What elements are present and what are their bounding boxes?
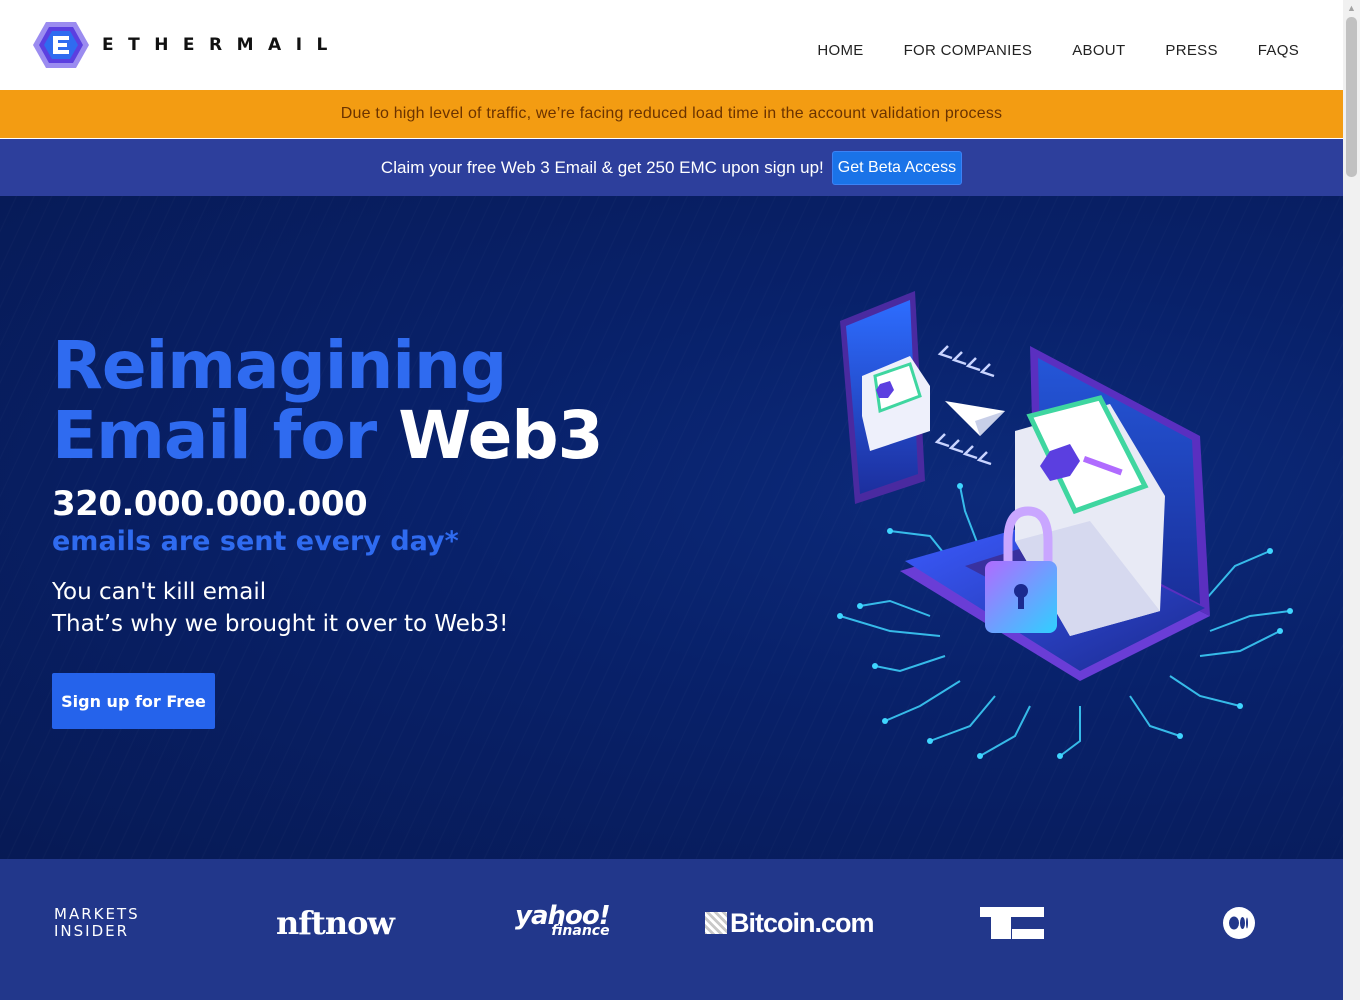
traffic-notice-text: Due to high level of traffic, we’re faci…	[340, 105, 1003, 122]
tagline-line1: You can't kill email	[52, 579, 267, 605]
site-header: ETHERMAIL HOME FOR COMPANIES ABOUT PRESS…	[0, 0, 1343, 90]
yahoo-finance-logo[interactable]: yahoo! finance	[515, 901, 611, 945]
hero-title-email-for: Email for	[52, 397, 399, 474]
page: ETHERMAIL HOME FOR COMPANIES ABOUT PRESS…	[0, 0, 1343, 1000]
techcrunch-icon	[980, 907, 1044, 939]
bitcoin-com-wordmark: Bitcoin.com	[730, 907, 875, 938]
logo-wordmark: ETHERMAIL	[102, 35, 342, 55]
nftnow-wordmark: nftnow	[276, 904, 395, 942]
secure-email-illustration	[837, 291, 1293, 759]
medium-icon	[1223, 907, 1255, 939]
bitcoin-com-logo[interactable]: Bitcoin.com	[705, 901, 875, 945]
promo-text: Claim your free Web 3 Email & get 250 EM…	[380, 157, 824, 177]
emails-count: 320.000.000.000	[52, 484, 368, 524]
markets-insider-line2: INSIDER	[54, 922, 130, 940]
promo-bar: Claim your free Web 3 Email & get 250 EM…	[0, 139, 1343, 196]
hero-section: Reimagining Email for Web3 320.000.000.0…	[0, 196, 1343, 859]
hero-title-line2: Email for Web3	[52, 401, 604, 471]
emails-count-caption: emails are sent every day*	[52, 526, 459, 557]
medium-logo[interactable]	[1222, 901, 1256, 945]
markets-insider-line1: MARKETS	[54, 905, 140, 923]
nav-press[interactable]: PRESS	[1165, 42, 1217, 59]
page-scrollbar[interactable]: ▲	[1343, 0, 1360, 1000]
hero-tagline: You can't kill email That’s why we broug…	[52, 576, 508, 640]
scrollbar-thumb[interactable]	[1346, 17, 1357, 177]
bitcoin-com-icon	[705, 912, 727, 934]
yahoo-finance-wordmark: finance	[551, 922, 610, 939]
hero-title: Reimagining Email for Web3	[52, 327, 604, 471]
nav-home[interactable]: HOME	[817, 42, 863, 59]
sign-up-button[interactable]: Sign up for Free	[52, 673, 215, 729]
nav-faqs[interactable]: FAQS	[1258, 42, 1299, 59]
nftnow-logo[interactable]: nftnow	[276, 901, 395, 945]
press-logos-bar: MARKETS INSIDER nftnow yahoo! finance Bi…	[0, 859, 1343, 1000]
ethermail-logo[interactable]: ETHERMAIL	[32, 20, 342, 70]
get-beta-access-button[interactable]: Get Beta Access	[831, 150, 963, 185]
nav-for-companies[interactable]: FOR COMPANIES	[904, 42, 1033, 59]
tagline-line2: That’s why we brought it over to Web3!	[52, 611, 509, 637]
hero-title-line1: Reimagining	[52, 327, 507, 404]
scroll-up-arrow-icon[interactable]: ▲	[1343, 0, 1360, 17]
nav-about[interactable]: ABOUT	[1072, 42, 1125, 59]
lock-keyhole-slot	[1018, 591, 1024, 609]
markets-insider-logo[interactable]: MARKETS INSIDER	[54, 901, 140, 945]
techcrunch-logo[interactable]	[980, 901, 1044, 945]
hero-title-web3: Web3	[398, 397, 603, 474]
ethermail-logo-icon	[33, 22, 89, 68]
main-nav: HOME FOR COMPANIES ABOUT PRESS FAQS	[817, 42, 1299, 59]
traffic-notice-bar: Due to high level of traffic, we’re faci…	[0, 90, 1343, 138]
